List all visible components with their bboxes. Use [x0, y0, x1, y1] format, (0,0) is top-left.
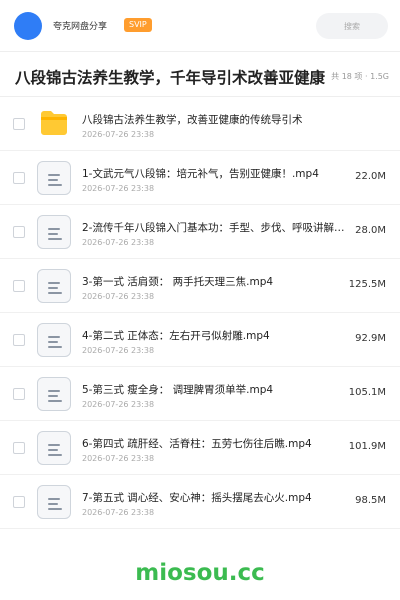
share-page: 夸克网盘分享 SVIP 八段锦古法养生教学，千年导引术改善亚健康 共 18 项 … [0, 0, 400, 600]
share-title-bar: 八段锦古法养生教学，千年导引术改善亚健康 共 18 项 · 1.5G [0, 54, 400, 97]
brand-name: 夸克网盘分享 [53, 22, 108, 32]
item-date: 2026-07-26 23:38 [82, 238, 155, 247]
item-name[interactable]: 1-文武元气八段锦：培元补气，告别亚健康！.mp4 [82, 166, 350, 181]
search-input[interactable] [316, 13, 388, 39]
item-size: 28.0M [355, 225, 386, 236]
top-bar: 夸克网盘分享 SVIP [0, 0, 400, 52]
item-name[interactable]: 八段锦古法养生教学，改善亚健康的传统导引术 [82, 112, 382, 127]
item-date: 2026-07-26 23:38 [82, 346, 155, 355]
item-size: 98.5M [355, 495, 386, 506]
list-item[interactable]: 6-第四式 疏肝经、活脊柱：五劳七伤往后瞧.mp4 2026-07-26 23:… [0, 421, 400, 475]
folder-icon [37, 107, 71, 141]
item-checkbox[interactable] [13, 280, 25, 292]
video-file-icon [37, 215, 71, 249]
item-size: 22.0M [355, 171, 386, 182]
item-date: 2026-07-26 23:38 [82, 184, 155, 193]
item-date: 2026-07-26 23:38 [82, 400, 155, 409]
list-item[interactable]: 1-文武元气八段锦：培元补气，告别亚健康！.mp4 2026-07-26 23:… [0, 151, 400, 205]
list-item[interactable]: 八段锦古法养生教学，改善亚健康的传统导引术 2026-07-26 23:38 [0, 97, 400, 151]
item-name[interactable]: 6-第四式 疏肝经、活脊柱：五劳七伤往后瞧.mp4 [82, 436, 350, 451]
item-size: 101.9M [348, 441, 386, 452]
item-date: 2026-07-26 23:38 [82, 292, 155, 301]
list-item[interactable]: 2-流传千年八段锦入门基本功：手型、步伐、呼吸讲解指导.mp4 2026-07-… [0, 205, 400, 259]
list-item[interactable]: 7-第五式 调心经、安心神：摇头摆尾去心火.mp4 2026-07-26 23:… [0, 475, 400, 529]
item-name[interactable]: 5-第三式 瘦全身： 调理脾胃须单举.mp4 [82, 382, 350, 397]
item-checkbox[interactable] [13, 118, 25, 130]
page-title: 八段锦古法养生教学，千年导引术改善亚健康 [15, 69, 326, 87]
avatar[interactable] [14, 12, 42, 40]
item-name[interactable]: 7-第五式 调心经、安心神：摇头摆尾去心火.mp4 [82, 490, 350, 505]
item-checkbox[interactable] [13, 388, 25, 400]
item-checkbox[interactable] [13, 226, 25, 238]
share-meta: 共 18 项 · 1.5G [331, 72, 389, 81]
item-checkbox[interactable] [13, 442, 25, 454]
item-checkbox[interactable] [13, 496, 25, 508]
item-size: 92.9M [355, 333, 386, 344]
list-item[interactable]: 5-第三式 瘦全身： 调理脾胃须单举.mp4 2026-07-26 23:38 … [0, 367, 400, 421]
item-checkbox[interactable] [13, 172, 25, 184]
video-file-icon [37, 485, 71, 519]
item-date: 2026-07-26 23:38 [82, 130, 155, 139]
item-size: 105.1M [348, 387, 386, 398]
list-item[interactable]: 3-第一式 活肩颈： 两手托天理三焦.mp4 2026-07-26 23:38 … [0, 259, 400, 313]
file-list: 八段锦古法养生教学，改善亚健康的传统导引术 2026-07-26 23:38 1… [0, 97, 400, 529]
item-date: 2026-07-26 23:38 [82, 454, 155, 463]
list-item[interactable]: 4-第二式 正体态：左右开弓似射雕.mp4 2026-07-26 23:38 9… [0, 313, 400, 367]
item-name[interactable]: 4-第二式 正体态：左右开弓似射雕.mp4 [82, 328, 350, 343]
video-file-icon [37, 377, 71, 411]
video-file-icon [37, 269, 71, 303]
item-name[interactable]: 3-第一式 活肩颈： 两手托天理三焦.mp4 [82, 274, 350, 289]
site-watermark: miosou.cc [135, 560, 265, 586]
item-size: 125.5M [348, 279, 386, 290]
video-file-icon [37, 431, 71, 465]
item-checkbox[interactable] [13, 334, 25, 346]
video-file-icon [37, 161, 71, 195]
svip-badge: SVIP [124, 18, 152, 32]
item-name[interactable]: 2-流传千年八段锦入门基本功：手型、步伐、呼吸讲解指导.mp4 [82, 220, 350, 235]
item-date: 2026-07-26 23:38 [82, 508, 155, 517]
video-file-icon [37, 323, 71, 357]
